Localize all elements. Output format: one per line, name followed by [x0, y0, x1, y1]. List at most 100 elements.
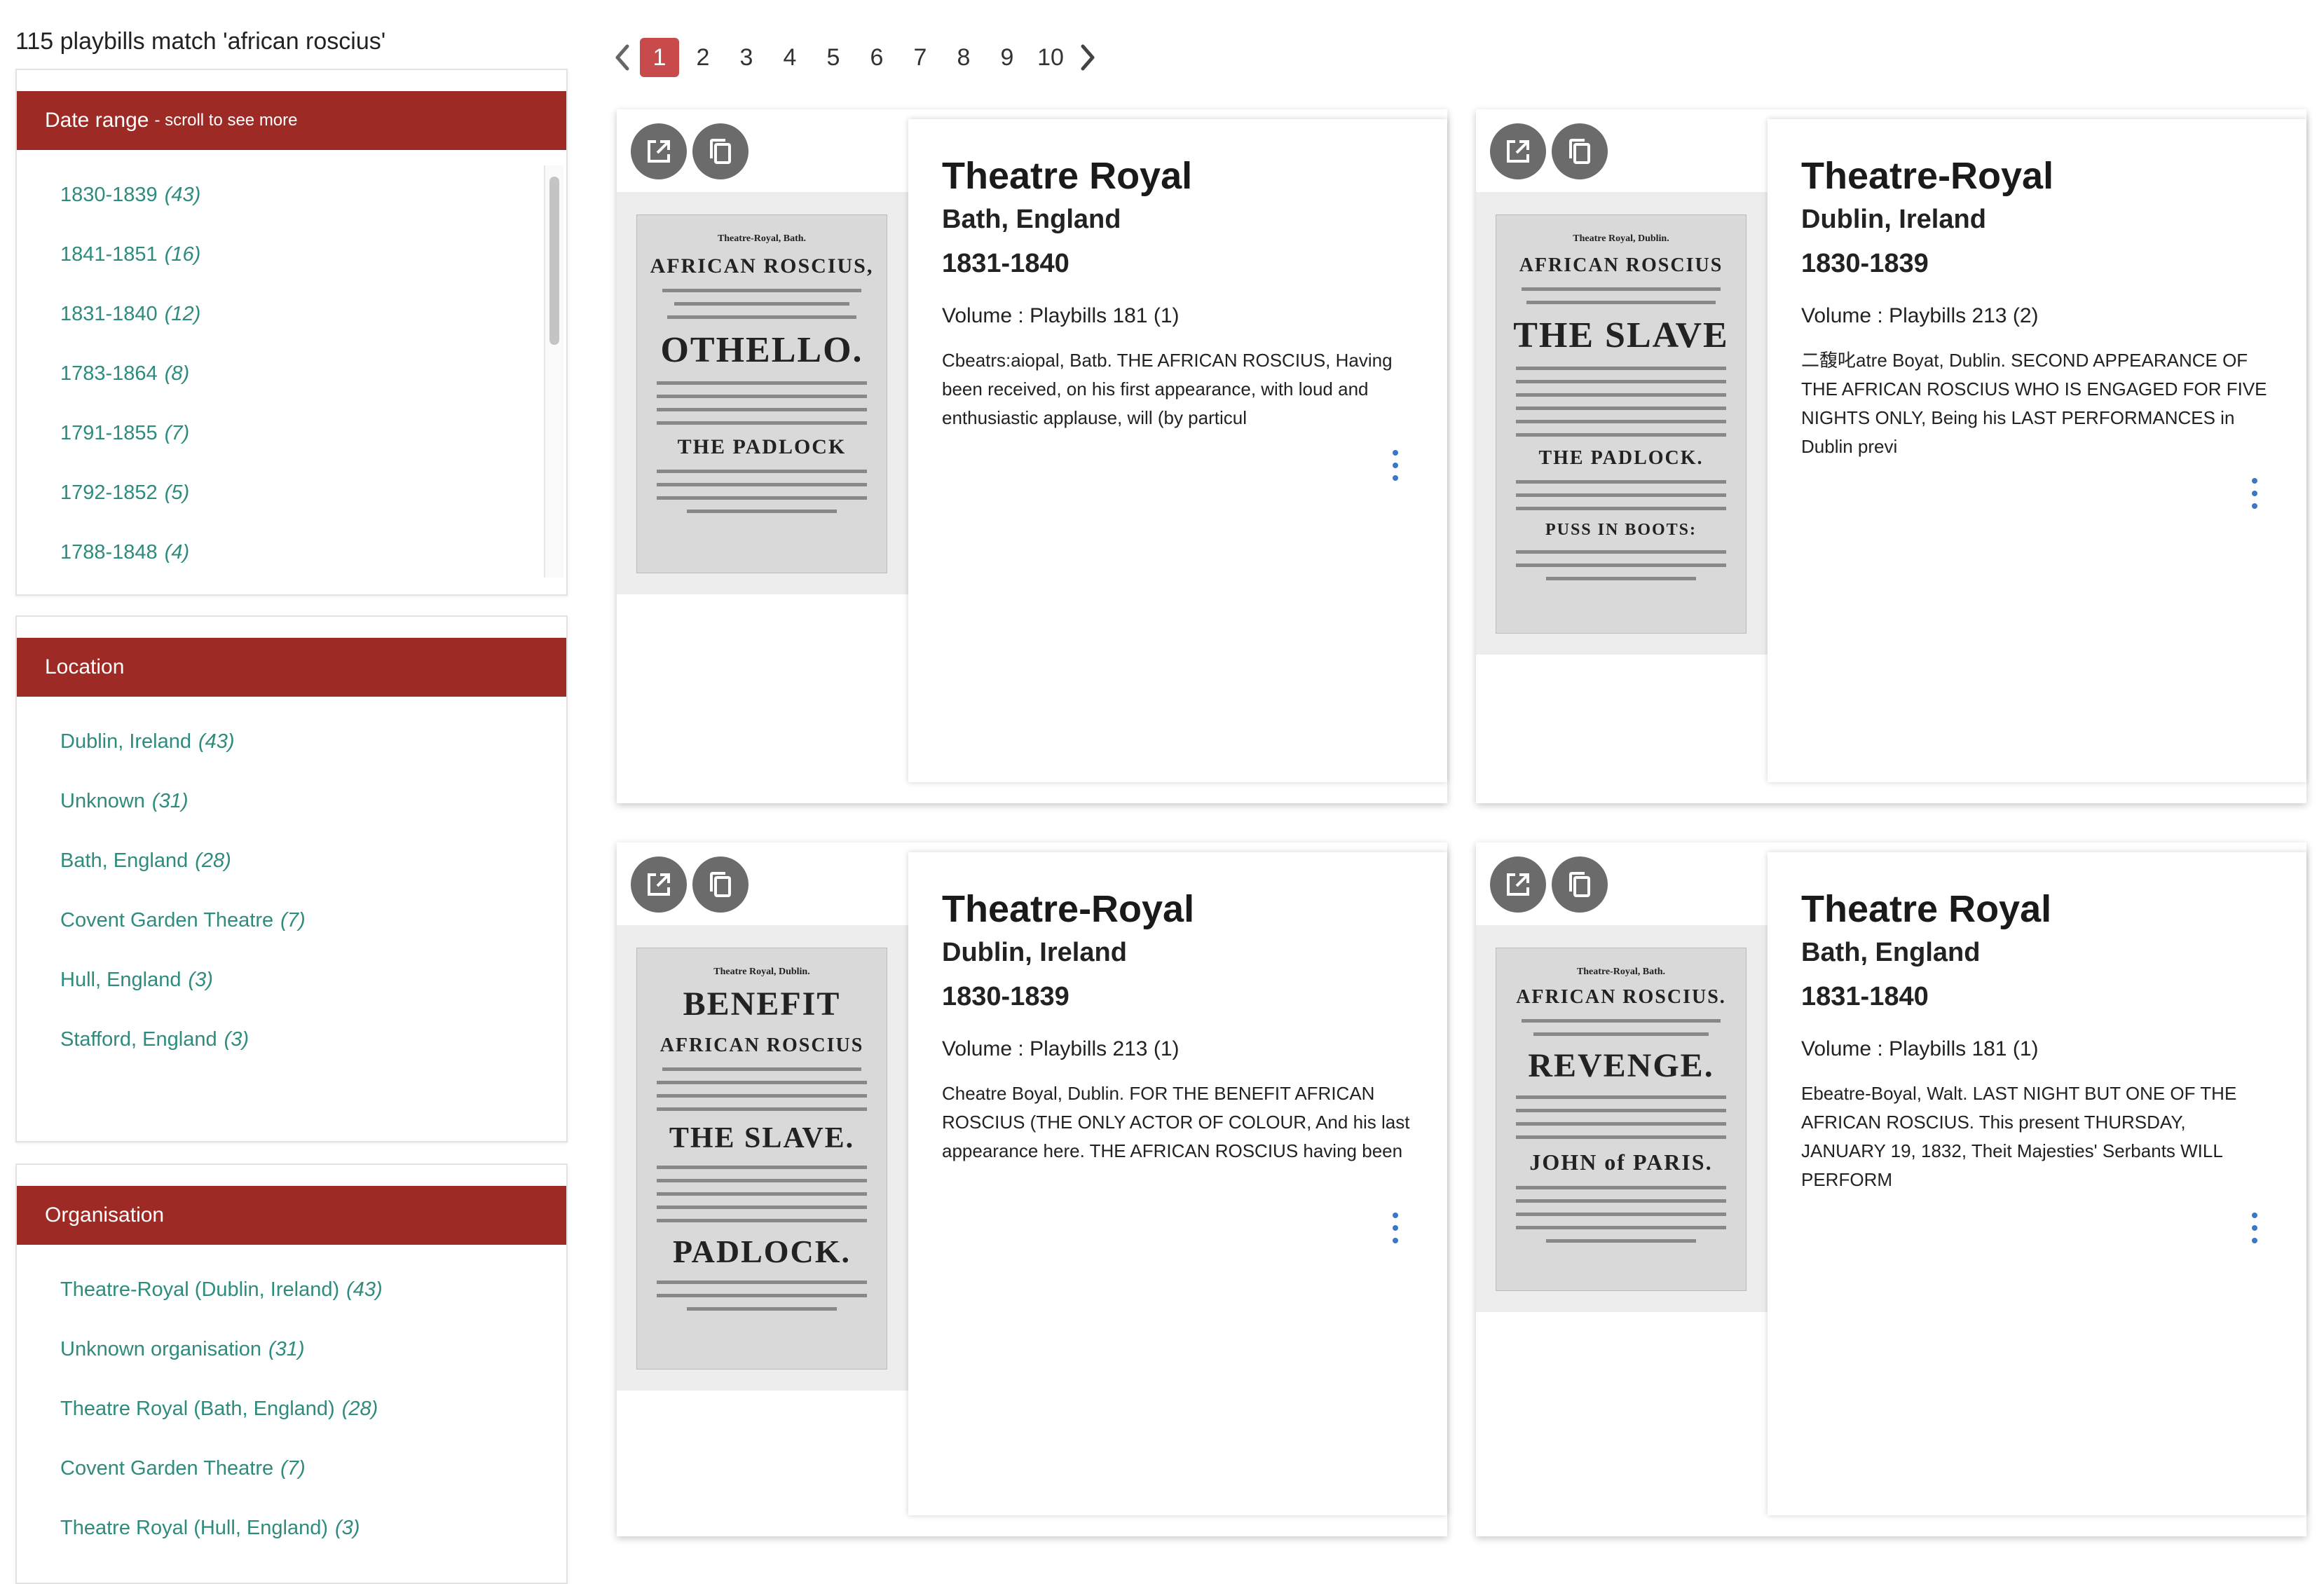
copy-icon[interactable]: [1552, 123, 1608, 179]
playbill-ocr-text: 二馥叱atre Boyat, Dublin. SECOND APPEARANCE…: [1801, 350, 2267, 457]
more-vert-icon[interactable]: [1387, 1207, 1404, 1249]
playbill-image: Theatre Royal, Dublin. BENEFIT AFRICAN R…: [636, 948, 887, 1370]
chevron-right-icon[interactable]: [1072, 36, 1103, 78]
facet-scrollbar[interactable]: [544, 165, 563, 578]
facet-item[interactable]: 1791-1855 (7): [17, 404, 566, 463]
facet-item[interactable]: Bath, England (28): [17, 831, 566, 891]
page-button-2[interactable]: 2: [683, 38, 723, 77]
facet-item[interactable]: 1788-1848 (4): [17, 523, 566, 582]
playbill-volume: Volume : Playbills 213 (2): [1801, 304, 2039, 327]
facet-header[interactable]: Date range - scroll to see more: [17, 91, 566, 150]
copy-icon[interactable]: [1552, 856, 1608, 913]
facet-item-count: (3): [224, 1028, 250, 1051]
facet-item-count: (7): [280, 909, 306, 931]
scrollbar-thumb[interactable]: [549, 177, 559, 345]
facet-item[interactable]: 1783-1864 (8): [17, 344, 566, 404]
playbill-thumb-heading: Theatre-Royal, Bath.: [1576, 967, 1666, 977]
facet-item-label: Unknown: [60, 790, 145, 812]
open-in-new-icon[interactable]: [1490, 123, 1546, 179]
open-in-new-icon[interactable]: [631, 856, 687, 913]
facet-item[interactable]: 1841-1851 (16): [17, 225, 566, 285]
page-button-10[interactable]: 10: [1031, 38, 1070, 77]
playbill-card[interactable]: Theatre-Royal, Bath. AFRICAN ROSCIUS, OT…: [617, 109, 1447, 803]
playbill-location: Dublin, Ireland: [1801, 205, 1986, 234]
playbill-title[interactable]: Theatre-Royal: [942, 887, 1414, 931]
chevron-left-icon[interactable]: [607, 36, 638, 78]
playbill-thumb-line: OTHELLO.: [660, 330, 863, 370]
playbill-thumbnail[interactable]: Theatre Royal, Dublin. AFRICAN ROSCIUS T…: [1476, 192, 1768, 655]
playbill-thumbnail[interactable]: Theatre-Royal, Bath. AFRICAN ROSCIUS, OT…: [617, 192, 908, 594]
facet-item[interactable]: Covent Garden Theatre (7): [17, 1439, 566, 1498]
page-button-3[interactable]: 3: [727, 38, 766, 77]
facet-list: Theatre-Royal (Dublin, Ireland) (43) Unkn…: [17, 1245, 566, 1558]
facet-item-count: (7): [164, 422, 190, 444]
playbill-image: Theatre-Royal, Bath. AFRICAN ROSCIUS, OT…: [636, 214, 887, 573]
page-button-8[interactable]: 8: [944, 38, 983, 77]
facet-item-label: 1791-1855: [60, 422, 158, 444]
playbill-card[interactable]: Theatre-Royal, Bath. AFRICAN ROSCIUS. RE…: [1476, 842, 2306, 1536]
facet-location: Location Dublin, Ireland (43) Unknown (31)…: [15, 615, 568, 1142]
page-button-5[interactable]: 5: [814, 38, 853, 77]
facet-item[interactable]: Covent Garden Theatre (7): [17, 891, 566, 950]
more-vert-icon[interactable]: [2246, 1207, 2263, 1249]
facet-header[interactable]: Organisation: [17, 1186, 566, 1245]
playbill-info: Theatre-Royal Dublin, Ireland 1830-1839 …: [1768, 119, 2306, 782]
facet-item-label: Hull, England: [60, 969, 182, 991]
facet-list: Dublin, Ireland (43) Unknown (31) Bath, En…: [17, 697, 566, 1070]
facet-item[interactable]: Hull, England (3): [17, 950, 566, 1010]
facet-item[interactable]: 1831-1840 (12): [17, 285, 566, 344]
open-in-new-icon[interactable]: [1490, 856, 1546, 913]
facet-item-label: Theatre Royal (Bath, England): [60, 1398, 335, 1420]
facet-item[interactable]: Theatre Royal (Bath, England) (28): [17, 1379, 566, 1439]
playbill-image: Theatre Royal, Dublin. AFRICAN ROSCIUS T…: [1496, 214, 1747, 634]
playbill-thumbnail[interactable]: Theatre Royal, Dublin. BENEFIT AFRICAN R…: [617, 925, 908, 1391]
facet-item[interactable]: Dublin, Ireland (43): [17, 712, 566, 772]
more-vert-icon[interactable]: [2246, 472, 2263, 514]
open-in-new-icon[interactable]: [631, 123, 687, 179]
facet-date-range: Date range - scroll to see more 1830-183…: [15, 69, 568, 596]
playbill-title[interactable]: Theatre Royal: [942, 154, 1414, 198]
page-button-9[interactable]: 9: [987, 38, 1027, 77]
playbill-thumb-line: REVENGE.: [1528, 1047, 1714, 1084]
facet-item-label: Theatre Royal (Hull, England): [60, 1517, 329, 1539]
facet-title: Location: [45, 655, 125, 678]
playbill-ocr-text: Cbeatrs:aiopal, Batb. THE AFRICAN ROSCIU…: [942, 350, 1393, 428]
facet-item-label: Theatre-Royal (Dublin, Ireland): [60, 1278, 340, 1301]
playbill-card[interactable]: Theatre Royal, Dublin. BENEFIT AFRICAN R…: [617, 842, 1447, 1536]
playbill-thumb-line: JOHN of PARIS.: [1529, 1149, 1713, 1175]
facet-item-label: 1792-1852: [60, 482, 158, 504]
facet-item-label: 1830-1839: [60, 184, 158, 206]
page-button-1[interactable]: 1: [640, 38, 679, 77]
page-button-6[interactable]: 6: [857, 38, 896, 77]
facet-item-count: (12): [164, 303, 201, 325]
copy-icon[interactable]: [692, 856, 749, 913]
facet-header[interactable]: Location: [17, 638, 566, 697]
playbill-thumb-line: THE SLAVE: [1513, 315, 1729, 355]
more-vert-icon[interactable]: [1387, 444, 1404, 486]
facet-item[interactable]: 1830-1839 (43): [17, 165, 566, 225]
facet-item[interactable]: 1792-1852 (5): [17, 463, 566, 523]
facet-item-count: (8): [164, 362, 190, 385]
page-button-7[interactable]: 7: [901, 38, 940, 77]
playbill-date-range: 1831-1840: [942, 249, 1069, 278]
playbill-thumb-line: AFRICAN ROSCIUS,: [650, 254, 874, 278]
facet-item-label: Stafford, England: [60, 1028, 217, 1051]
playbill-info: Theatre Royal Bath, England 1831-1840 Vo…: [1768, 852, 2306, 1515]
playbill-title[interactable]: Theatre-Royal: [1801, 154, 2273, 198]
facet-item[interactable]: Unknown (31): [17, 772, 566, 831]
facet-item-count: (31): [268, 1338, 305, 1360]
page-button-4[interactable]: 4: [770, 38, 809, 77]
facet-item[interactable]: Stafford, England (3): [17, 1010, 566, 1070]
facet-item[interactable]: Theatre Royal (Hull, England) (3): [17, 1498, 566, 1558]
playbill-info: Theatre Royal Bath, England 1831-1840 Vo…: [908, 119, 1447, 782]
facet-item[interactable]: Theatre-Royal (Dublin, Ireland) (43): [17, 1260, 566, 1320]
facet-item-count: (28): [195, 849, 231, 872]
playbill-card[interactable]: Theatre Royal, Dublin. AFRICAN ROSCIUS T…: [1476, 109, 2306, 803]
facet-item[interactable]: Unknown organisation (31): [17, 1320, 566, 1379]
playbill-thumbnail[interactable]: Theatre-Royal, Bath. AFRICAN ROSCIUS. RE…: [1476, 925, 1768, 1312]
copy-icon[interactable]: [692, 123, 749, 179]
facet-item-count: (43): [198, 730, 235, 753]
facet-title: Date range: [45, 109, 149, 132]
playbill-title[interactable]: Theatre Royal: [1801, 887, 2273, 931]
facet-item-count: (43): [346, 1278, 383, 1301]
